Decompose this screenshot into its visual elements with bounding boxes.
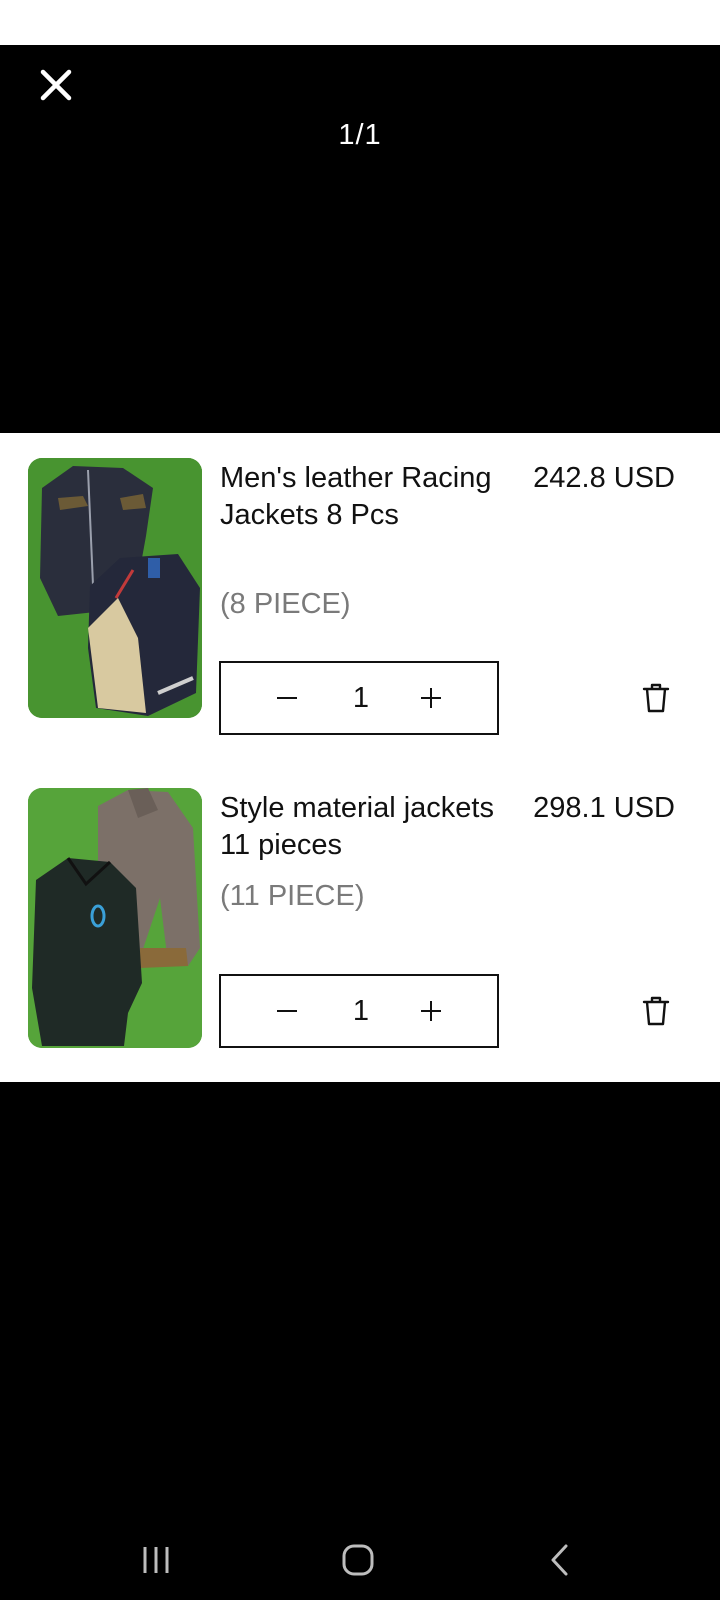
- recents-icon: [143, 1547, 169, 1573]
- decrease-quantity-button[interactable]: [257, 663, 317, 733]
- home-icon: [342, 1544, 374, 1576]
- back-button[interactable]: [520, 1520, 600, 1600]
- quantity-stepper: 1: [219, 661, 499, 735]
- recents-button[interactable]: [116, 1520, 196, 1600]
- trash-icon: [642, 683, 670, 713]
- product-thumbnail[interactable]: [28, 458, 202, 718]
- delete-item-button[interactable]: [636, 678, 676, 718]
- status-bar: [0, 0, 720, 45]
- plus-icon: [421, 1001, 441, 1021]
- increase-quantity-button[interactable]: [401, 663, 461, 733]
- decrease-quantity-button[interactable]: [257, 976, 317, 1046]
- product-price: 298.1 USD: [533, 792, 675, 824]
- product-title[interactable]: Style material jackets 11 pieces: [220, 790, 500, 864]
- increase-quantity-button[interactable]: [401, 976, 461, 1046]
- delete-item-button[interactable]: [636, 991, 676, 1031]
- quantity-stepper: 1: [219, 974, 499, 1048]
- image-counter: 1/1: [338, 119, 382, 151]
- quantity-value[interactable]: 1: [321, 663, 401, 733]
- product-price: 242.8 USD: [533, 462, 675, 494]
- minus-icon: [277, 1010, 297, 1012]
- product-thumbnail[interactable]: [28, 788, 202, 1048]
- minus-icon: [277, 697, 297, 699]
- close-button[interactable]: [34, 63, 78, 107]
- image-viewer: 1/1: [0, 45, 720, 433]
- trash-icon: [642, 996, 670, 1026]
- plus-icon: [421, 688, 441, 708]
- close-icon: [40, 69, 72, 101]
- cart-item-list: Men's leather Racing Jackets 8 Pcs 242.8…: [0, 433, 720, 1082]
- quantity-value[interactable]: 1: [321, 976, 401, 1046]
- back-icon: [551, 1544, 568, 1576]
- product-title[interactable]: Men's leather Racing Jackets 8 Pcs: [220, 460, 500, 534]
- product-unit: (8 PIECE): [220, 588, 351, 620]
- product-unit: (11 PIECE): [220, 880, 365, 912]
- system-navigation-bar: [0, 1520, 720, 1600]
- home-button[interactable]: [318, 1520, 398, 1600]
